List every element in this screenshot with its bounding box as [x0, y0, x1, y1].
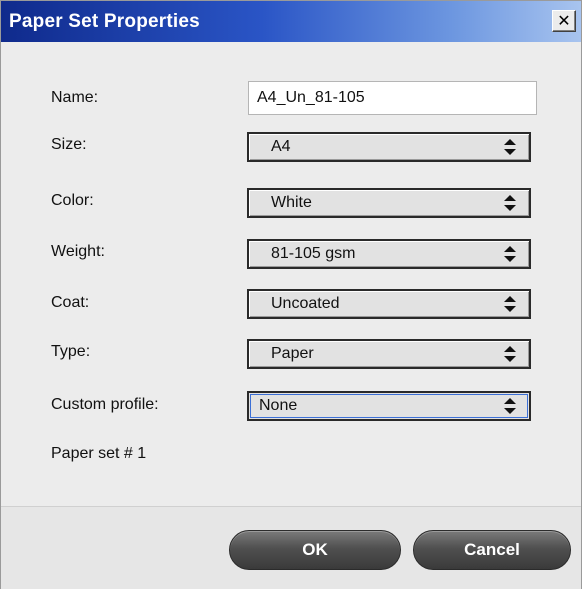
up-down-arrows-icon — [504, 246, 516, 262]
up-down-arrows-icon — [504, 139, 516, 155]
close-button[interactable]: ✕ — [552, 10, 576, 32]
custom-profile-select[interactable]: None — [247, 391, 531, 421]
color-select[interactable]: White — [247, 188, 531, 218]
custom-profile-selected-value: None — [259, 397, 298, 414]
coat-select[interactable]: Uncoated — [247, 289, 531, 319]
coat-selected-value: Uncoated — [271, 295, 340, 312]
weight-select[interactable]: 81-105 gsm — [247, 239, 531, 269]
close-icon: ✕ — [557, 11, 571, 30]
size-selected-value: A4 — [271, 138, 291, 155]
coat-label: Coat: — [51, 294, 90, 311]
type-select[interactable]: Paper — [247, 339, 531, 369]
ok-button[interactable]: OK — [229, 530, 401, 570]
title-bar[interactable]: Paper Set Properties ✕ — [1, 1, 581, 42]
type-selected-value: Paper — [271, 345, 314, 362]
custom-profile-label: Custom profile: — [51, 396, 159, 413]
weight-label: Weight: — [51, 243, 105, 260]
color-selected-value: White — [271, 194, 312, 211]
paper-set-number: Paper set # 1 — [51, 445, 147, 462]
button-bar: OK Cancel — [1, 506, 581, 589]
name-label: Name: — [51, 89, 99, 106]
dialog-title: Paper Set Properties — [9, 11, 200, 32]
up-down-arrows-icon — [504, 346, 516, 362]
up-down-arrows-icon — [504, 398, 516, 414]
size-select[interactable]: A4 — [247, 132, 531, 162]
type-label: Type: — [51, 343, 91, 360]
paper-set-properties-dialog: Paper Set Properties ✕ Name: A4_Un_81-10… — [0, 0, 582, 589]
cancel-button[interactable]: Cancel — [413, 530, 571, 570]
size-label: Size: — [51, 136, 87, 153]
name-field[interactable]: A4_Un_81-105 — [248, 81, 537, 115]
color-label: Color: — [51, 192, 94, 209]
dialog-content: Name: A4_Un_81-105 Size: A4 Color: White… — [1, 42, 581, 506]
up-down-arrows-icon — [504, 195, 516, 211]
up-down-arrows-icon — [504, 296, 516, 312]
weight-selected-value: 81-105 gsm — [271, 245, 356, 262]
